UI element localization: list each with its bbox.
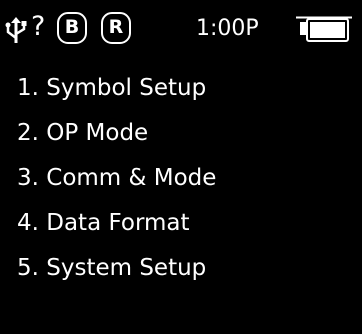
battery-icon: [296, 16, 352, 44]
menu-item-system-setup[interactable]: 5. System Setup: [0, 246, 362, 291]
main-menu: 1. Symbol Setup 2. OP Mode 3. Comm & Mod…: [0, 66, 362, 291]
mode-badge-r: R: [101, 12, 131, 44]
menu-item-op-mode[interactable]: 2. OP Mode: [0, 111, 362, 156]
menu-item-symbol-setup[interactable]: 1. Symbol Setup: [0, 66, 362, 111]
status-bar: ? B R 1:00P: [0, 0, 362, 56]
clock-time: 1:00P: [196, 16, 259, 41]
menu-item-data-format[interactable]: 4. Data Format: [0, 201, 362, 246]
menu-item-comm-mode[interactable]: 3. Comm & Mode: [0, 156, 362, 201]
device-screen: ? B R 1:00P 1. Symbol Setup 2. OP Mode 3…: [0, 0, 362, 334]
help-indicator: ?: [31, 11, 46, 42]
battery-fill: [310, 22, 345, 38]
usb-icon: [4, 17, 28, 45]
mode-badge-b: B: [57, 12, 87, 44]
